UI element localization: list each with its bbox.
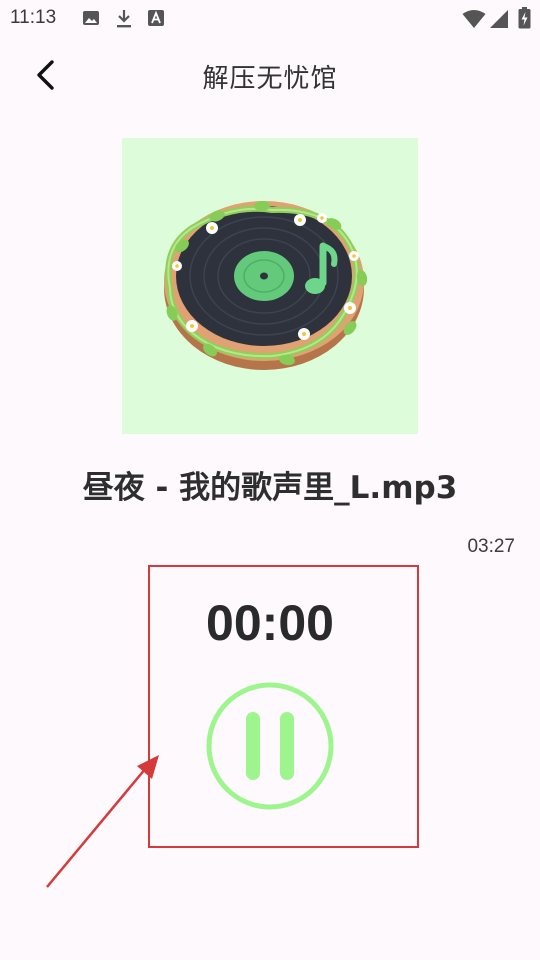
wifi-icon	[462, 9, 486, 33]
page-title: 解压无忧馆	[202, 64, 338, 94]
text-a-icon	[147, 9, 165, 31]
pause-icon	[206, 682, 334, 810]
track-title: 昼夜 - 我的歌声里_L.mp3	[82, 470, 458, 506]
app-bar: 解压无忧馆	[0, 44, 540, 104]
vinyl-record-illustration	[164, 201, 368, 370]
pause-button[interactable]	[204, 680, 336, 812]
status-time: 11:13	[10, 7, 57, 28]
cell-signal-icon	[489, 9, 509, 33]
image-icon	[82, 9, 100, 31]
album-cover	[122, 138, 418, 434]
download-icon	[115, 9, 133, 33]
track-duration: 03:27	[467, 536, 515, 557]
status-bar: 11:13	[0, 0, 540, 36]
battery-charging-icon	[518, 7, 531, 33]
elapsed-time: 00:00	[206, 595, 334, 651]
